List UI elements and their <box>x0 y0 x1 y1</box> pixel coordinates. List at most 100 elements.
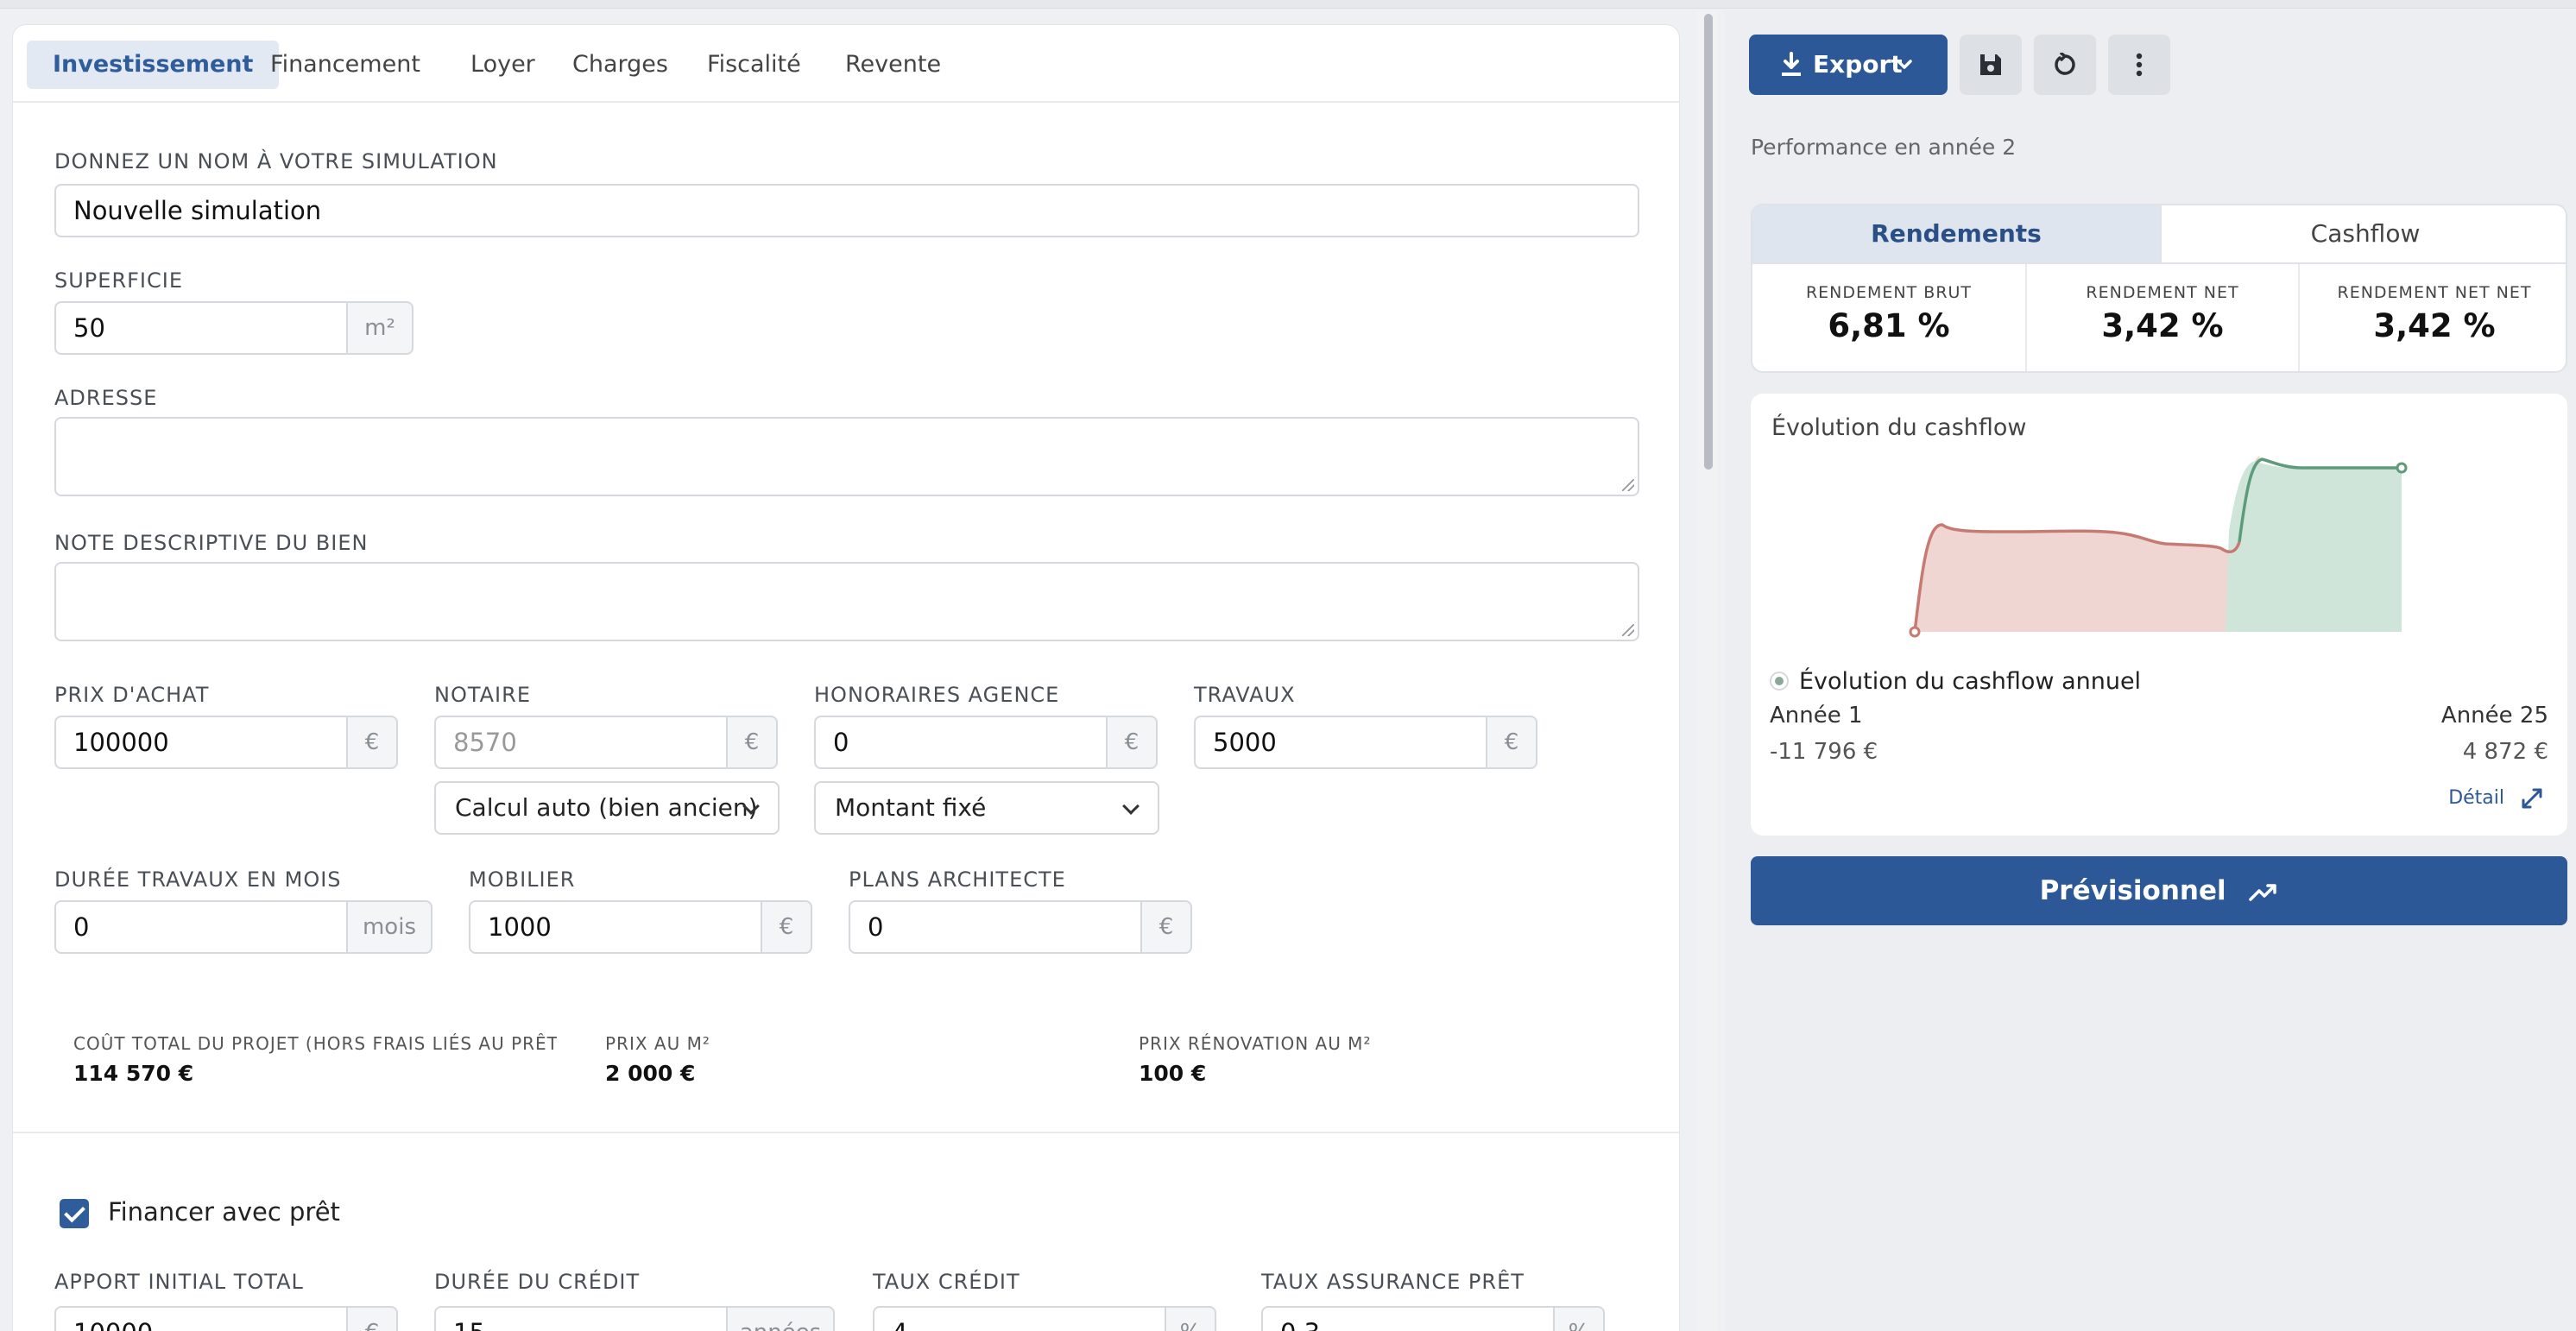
superficie-label: SUPERFICIE <box>54 268 183 293</box>
previsionnel-label: Prévisionnel <box>2039 875 2226 906</box>
tab-fiscalite[interactable]: Fiscalité <box>681 41 827 89</box>
cout-total-label: COÛT TOTAL DU PROJET (HORS FRAIS LIÉS AU… <box>73 1033 557 1054</box>
mobilier-label: MOBILIER <box>469 867 576 892</box>
section-divider <box>13 1132 1679 1133</box>
end-point-marker <box>2396 462 2408 474</box>
tab-financement[interactable]: Financement <box>244 41 446 89</box>
notaire-mode-select[interactable]: Calcul auto (bien ancien) <box>434 781 780 835</box>
chevron-down-icon <box>1897 60 1912 69</box>
tab-cashflow[interactable]: Cashflow <box>2160 205 2566 262</box>
duree-travaux-input[interactable]: 0 <box>54 900 348 954</box>
travaux-label: TRAVAUX <box>1194 683 1296 707</box>
chevron-down-icon <box>1122 798 1140 815</box>
resize-handle-icon[interactable] <box>1622 624 1634 636</box>
duree-credit-label: DURÉE DU CRÉDIT <box>434 1270 641 1294</box>
adresse-label: ADRESSE <box>54 386 158 410</box>
honoraires-input[interactable]: 0 <box>814 716 1108 769</box>
end-year-label: Année 25 <box>2440 703 2548 729</box>
reset-button[interactable] <box>2034 35 2096 95</box>
tab-loyer[interactable]: Loyer <box>445 41 561 89</box>
financer-pret-checkbox[interactable] <box>60 1199 89 1228</box>
notaire-label: NOTAIRE <box>434 683 531 707</box>
annees-addon: années <box>728 1306 835 1331</box>
download-icon <box>1782 52 1801 76</box>
legend-label: Évolution du cashflow annuel <box>1799 668 2142 695</box>
mois-addon: mois <box>348 900 432 954</box>
investment-form-panel: Investissement Financement Loyer Charges… <box>12 24 1680 1331</box>
duree-travaux-label: DURÉE TRAVAUX EN MOIS <box>54 867 342 892</box>
performance-year-label: Performance en année 2 <box>1751 135 2017 160</box>
tab-investissement[interactable]: Investissement <box>27 41 280 89</box>
start-point-marker <box>1909 626 1921 638</box>
taux-assurance-label: TAUX ASSURANCE PRÊT <box>1261 1270 1525 1294</box>
euro-addon: € <box>762 900 812 954</box>
note-textarea[interactable] <box>54 562 1639 641</box>
export-label: Export <box>1813 50 1903 79</box>
tab-rendements[interactable]: Rendements <box>1752 205 2160 262</box>
kpi-label: RENDEMENT NET <box>2086 283 2239 302</box>
simulation-name-input[interactable]: Nouvelle simulation <box>54 184 1639 237</box>
kpi-value: 3,42 % <box>2373 307 2496 344</box>
notaire-mode-value: Calcul auto (bien ancien) <box>455 793 758 822</box>
kpi-rendement-net: RENDEMENT NET 3,42 % <box>2025 264 2298 371</box>
superficie-unit: m² <box>348 301 414 355</box>
honoraires-mode-select[interactable]: Montant fixé <box>814 781 1159 835</box>
detail-link[interactable]: Détail <box>2448 787 2543 810</box>
kpi-value: 6,81 % <box>1828 307 1950 344</box>
taux-assurance-input[interactable]: 0,3 <box>1261 1306 1555 1331</box>
detail-label: Détail <box>2448 787 2504 809</box>
kpi-rendement-brut: RENDEMENT BRUT 6,81 % <box>1752 264 2025 371</box>
prix-m2-label: PRIX AU M² <box>605 1033 710 1054</box>
simulation-name-label: DONNEZ UN NOM À VOTRE SIMULATION <box>54 149 498 173</box>
top-border <box>0 0 2576 9</box>
honoraires-mode-value: Montant fixé <box>835 793 987 822</box>
euro-addon: € <box>348 716 398 769</box>
prix-renovation-label: PRIX RÉNOVATION AU M² <box>1139 1033 1372 1054</box>
kpi-label: RENDEMENT NET NET <box>2337 283 2532 302</box>
honoraires-label: HONORAIRES AGENCE <box>814 683 1060 707</box>
plans-architecte-label: PLANS ARCHITECTE <box>849 867 1066 892</box>
save-button[interactable] <box>1960 35 2022 95</box>
note-label: NOTE DESCRIPTIVE DU BIEN <box>54 531 369 555</box>
export-button[interactable]: Export <box>1749 35 1948 95</box>
adresse-textarea[interactable] <box>54 417 1639 496</box>
more-options-button[interactable] <box>2108 35 2170 95</box>
resize-handle-icon[interactable] <box>1622 479 1634 491</box>
section-tabs: Investissement Financement Loyer Charges… <box>13 25 1679 103</box>
duree-credit-input[interactable]: 15 <box>434 1306 728 1331</box>
percent-addon: % <box>1555 1306 1605 1331</box>
prix-m2-value: 2 000 € <box>605 1061 696 1086</box>
tab-revente[interactable]: Revente <box>819 41 967 89</box>
taux-credit-input[interactable]: 4 <box>873 1306 1166 1331</box>
prix-achat-input[interactable]: 100000 <box>54 716 348 769</box>
euro-addon: € <box>1142 900 1192 954</box>
apport-input[interactable]: 10000 <box>54 1306 348 1331</box>
legend-marker-icon[interactable] <box>1770 672 1789 691</box>
cashflow-chart <box>1909 456 2408 638</box>
cashflow-chart-card: Évolution du cashflow Évolution du cashf… <box>1751 394 2567 836</box>
euro-addon: € <box>1487 716 1537 769</box>
save-icon <box>1980 54 2001 75</box>
start-year-label: Année 1 <box>1770 703 1863 729</box>
previsionnel-button[interactable]: Prévisionnel <box>1751 856 2567 925</box>
euro-addon: € <box>348 1306 398 1331</box>
tab-charges[interactable]: Charges <box>546 41 694 89</box>
scrollbar-thumb[interactable] <box>1704 14 1713 470</box>
apport-label: APPORT INITIAL TOTAL <box>54 1270 304 1294</box>
prix-achat-label: PRIX D'ACHAT <box>54 683 210 707</box>
percent-addon: % <box>1166 1306 1216 1331</box>
financer-pret-label: Financer avec prêt <box>108 1197 340 1227</box>
trend-up-icon <box>2249 883 2277 901</box>
superficie-input[interactable]: 50 <box>54 301 348 355</box>
notaire-input[interactable]: 8570 <box>434 716 728 769</box>
prix-renovation-value: 100 € <box>1139 1061 1207 1086</box>
cout-total-value: 114 570 € <box>73 1061 194 1086</box>
plans-architecte-input[interactable]: 0 <box>849 900 1142 954</box>
travaux-input[interactable]: 5000 <box>1194 716 1487 769</box>
kpi-value: 3,42 % <box>2101 307 2224 344</box>
expand-icon <box>2522 788 2542 809</box>
more-vertical-icon <box>2136 53 2143 77</box>
kpi-rendement-net-net: RENDEMENT NET NET 3,42 % <box>2298 264 2566 371</box>
refresh-icon <box>2055 53 2075 75</box>
mobilier-input[interactable]: 1000 <box>469 900 762 954</box>
